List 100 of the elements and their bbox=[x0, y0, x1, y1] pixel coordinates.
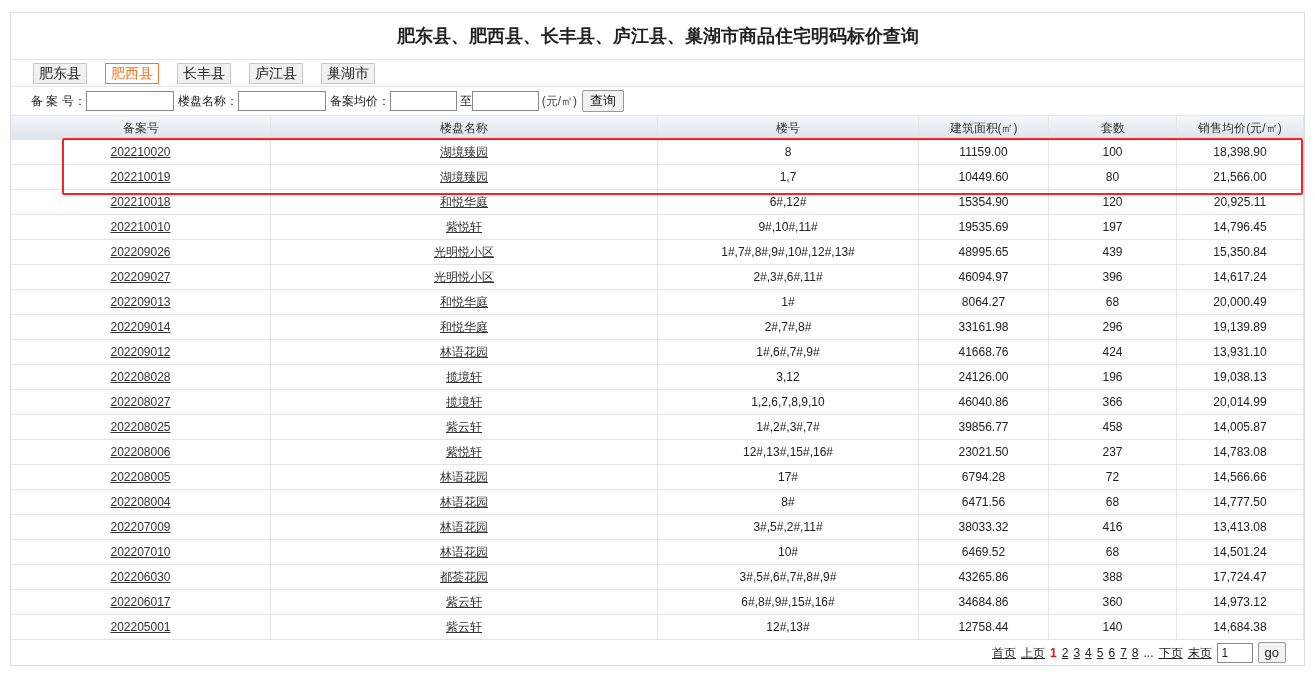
record-number-link[interactable]: 202208006 bbox=[110, 443, 171, 461]
table-cell-text: 34684.86 bbox=[958, 594, 1009, 611]
record-number-link[interactable]: 202208025 bbox=[110, 418, 171, 436]
max-price-field[interactable] bbox=[471, 91, 539, 111]
table-cell-text: 14,777.50 bbox=[1213, 494, 1267, 511]
table-cell-text: 6#,12# bbox=[769, 194, 807, 211]
table-cell-text: 17# bbox=[778, 469, 798, 486]
project-name-link[interactable]: 和悦华庭 bbox=[440, 318, 488, 336]
record-number-link[interactable]: 202210018 bbox=[110, 193, 171, 211]
column-header: 套数 bbox=[1049, 116, 1177, 139]
project-name-link[interactable]: 和悦华庭 bbox=[440, 193, 488, 211]
project-name-link[interactable]: 光明悦小区 bbox=[434, 268, 494, 286]
field-label: 至 bbox=[459, 93, 472, 110]
table-cell-text: 439 bbox=[1102, 244, 1123, 261]
record-number-link[interactable]: 202206017 bbox=[110, 593, 171, 611]
project-name-link[interactable]: 紫云轩 bbox=[446, 418, 482, 436]
table-cell-text: 19535.69 bbox=[958, 219, 1009, 236]
table-cell-text: 46094.97 bbox=[958, 269, 1009, 286]
prev-page-link[interactable]: 上页 bbox=[1021, 643, 1045, 662]
column-header: 楼盘名称 bbox=[271, 116, 658, 139]
table-cell-text: 2#,3#,6#,11# bbox=[753, 269, 823, 286]
project-name-link[interactable]: 湖境臻园 bbox=[440, 168, 488, 186]
district-tab[interactable]: 庐江县 bbox=[249, 62, 303, 84]
page-link[interactable]: 8 bbox=[1131, 643, 1139, 662]
record-number-link[interactable]: 202207009 bbox=[110, 518, 171, 536]
last-page-link[interactable]: 末页 bbox=[1187, 643, 1212, 662]
record-number-link[interactable]: 202209013 bbox=[110, 293, 171, 311]
project-name-link[interactable]: 光明悦小区 bbox=[434, 243, 494, 261]
record-number-link[interactable]: 202209027 bbox=[110, 268, 171, 286]
project-name-link[interactable]: 紫悦轩 bbox=[446, 443, 482, 461]
column-header: 楼号 bbox=[658, 116, 919, 139]
next-page-link[interactable]: 下页 bbox=[1158, 643, 1183, 662]
record-number-link[interactable]: 202210019 bbox=[110, 168, 171, 186]
record-number-field[interactable] bbox=[85, 91, 174, 111]
page-link[interactable]: 2 bbox=[1061, 643, 1069, 662]
table-cell-text: 14,501.24 bbox=[1213, 544, 1267, 561]
project-name-link[interactable]: 湖境臻园 bbox=[440, 143, 488, 161]
project-name-link[interactable]: 和悦华庭 bbox=[440, 293, 488, 311]
page-link[interactable]: 5 bbox=[1096, 643, 1104, 662]
project-name-link[interactable]: 林语花园 bbox=[440, 343, 488, 361]
go-button[interactable]: go bbox=[1257, 642, 1286, 663]
page-number-field[interactable]: 1 bbox=[1216, 642, 1253, 663]
page-title: 肥东县、肥西县、长丰县、庐江县、巢湖市商品住宅明码标价查询 bbox=[395, 25, 920, 48]
table-cell-text: 46040.86 bbox=[958, 394, 1009, 411]
record-number-link[interactable]: 202209026 bbox=[110, 243, 171, 261]
field-label: 备案均价： bbox=[329, 93, 390, 110]
search-button[interactable]: 查询 bbox=[582, 90, 624, 112]
table-cell-text: 43265.86 bbox=[958, 569, 1009, 586]
field-label: 楼盘名称： bbox=[177, 93, 238, 110]
page-link[interactable]: 3 bbox=[1073, 643, 1081, 662]
table-cell-text: 10# bbox=[778, 544, 798, 561]
record-number-link[interactable]: 202208005 bbox=[110, 468, 171, 486]
page-link[interactable]: 6 bbox=[1108, 643, 1116, 662]
unit-label: (元/㎡) bbox=[541, 93, 577, 110]
project-name-link[interactable]: 揽境轩 bbox=[446, 368, 482, 386]
record-number-link[interactable]: 202210010 bbox=[110, 218, 171, 236]
table-cell-text: 38033.32 bbox=[958, 519, 1009, 536]
project-name-link[interactable]: 林语花园 bbox=[440, 543, 488, 561]
table-cell-text: 6471.56 bbox=[961, 494, 1006, 511]
district-tab[interactable]: 长丰县 bbox=[177, 62, 231, 84]
project-name-link[interactable]: 紫悦轩 bbox=[446, 218, 482, 236]
min-price-field[interactable] bbox=[389, 91, 457, 111]
record-number-link[interactable]: 202205001 bbox=[110, 618, 171, 636]
page-link[interactable]: 1 bbox=[1050, 643, 1057, 662]
table-cell-text: 21,566.00 bbox=[1213, 169, 1267, 186]
first-page-link[interactable]: 首页 bbox=[992, 643, 1016, 662]
project-name-link[interactable]: 林语花园 bbox=[440, 493, 488, 511]
record-number-link[interactable]: 202209012 bbox=[110, 343, 171, 361]
project-name-link[interactable]: 都荟花园 bbox=[440, 568, 488, 586]
district-tab[interactable]: 巢湖市 bbox=[321, 62, 375, 84]
record-number-link[interactable]: 202210020 bbox=[110, 143, 171, 161]
table-cell-text: 8064.27 bbox=[961, 294, 1006, 311]
record-number-link[interactable]: 202209014 bbox=[110, 318, 171, 336]
table-cell-text: 366 bbox=[1102, 394, 1123, 411]
record-number-link[interactable]: 202208028 bbox=[110, 368, 171, 386]
table-cell-text: 120 bbox=[1102, 194, 1123, 211]
project-name-link[interactable]: 林语花园 bbox=[440, 468, 488, 486]
page-link[interactable]: 4 bbox=[1085, 643, 1092, 662]
table-cell-text: 3#,5#,2#,11# bbox=[753, 519, 823, 536]
table-cell-text: 1#,6#,7#,9# bbox=[756, 344, 820, 361]
table-cell-text: 13,413.08 bbox=[1213, 519, 1267, 536]
table-cell-text: 14,684.38 bbox=[1213, 619, 1267, 636]
table-cell-text: 1,2,6,7,8,9,10 bbox=[751, 394, 825, 411]
record-number-link[interactable]: 202208004 bbox=[110, 493, 171, 511]
project-name-link[interactable]: 紫云轩 bbox=[446, 593, 482, 611]
project-name-field[interactable] bbox=[237, 91, 326, 111]
table-cell-text: 100 bbox=[1102, 144, 1123, 161]
table-cell-text: 1# bbox=[781, 294, 795, 311]
record-number-link[interactable]: 202208027 bbox=[110, 393, 171, 411]
page-link[interactable]: 7 bbox=[1120, 643, 1127, 662]
table-cell-text: 1#,7#,8#,9#,10#,12#,13# bbox=[721, 244, 855, 261]
project-name-link[interactable]: 紫云轩 bbox=[446, 618, 482, 636]
table-cell-text: 48995.65 bbox=[958, 244, 1009, 261]
project-name-link[interactable]: 林语花园 bbox=[440, 518, 488, 536]
district-tab[interactable]: 肥东县 bbox=[33, 62, 87, 84]
record-number-link[interactable]: 202206030 bbox=[110, 568, 171, 586]
record-number-link[interactable]: 202207010 bbox=[110, 543, 171, 561]
project-name-link[interactable]: 揽境轩 bbox=[446, 393, 482, 411]
table-cell-text: 6#,8#,9#,15#,16# bbox=[741, 594, 835, 611]
table-cell-text: 12#,13#,15#,16# bbox=[742, 444, 834, 461]
